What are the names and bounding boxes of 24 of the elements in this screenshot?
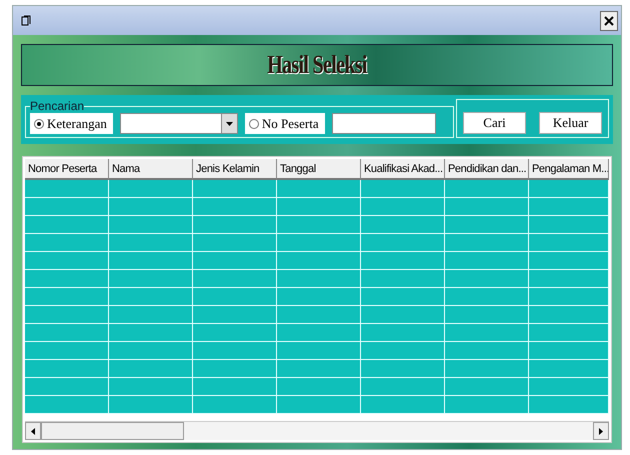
left-arrow-icon[interactable] (31, 428, 35, 434)
radio-icon[interactable] (248, 118, 259, 128)
column-header[interactable]: Tanggal (277, 159, 361, 180)
column-header[interactable]: Pengalaman M... (529, 159, 609, 180)
caret-icon (226, 122, 233, 126)
horizontal-scrollbar[interactable] (25, 421, 609, 440)
column-header[interactable]: Nama (109, 159, 193, 180)
close-icon[interactable] (604, 16, 614, 26)
dropdown-field[interactable] (120, 113, 238, 134)
window-icon (21, 15, 31, 26)
column-header[interactable]: Pendidikan dan... (445, 159, 529, 180)
close-button[interactable] (600, 10, 618, 30)
form-title: Hasil Seleksi (267, 50, 367, 80)
action-button[interactable]: Cari (463, 112, 526, 134)
column-header[interactable]: Jenis Kelamin (193, 159, 277, 180)
radio-option[interactable]: No Peserta (244, 113, 325, 134)
action-button[interactable]: Keluar (539, 112, 602, 134)
group-legend: Pencarian (30, 99, 84, 113)
radio-option[interactable]: Keterangan (30, 113, 113, 134)
radio-icon[interactable] (34, 118, 44, 128)
column-header[interactable]: Nomor Peserta (25, 159, 109, 180)
right-arrow-icon[interactable] (599, 428, 603, 434)
column-header[interactable]: Kualifikasi Akad... (361, 159, 445, 180)
input-field[interactable] (332, 113, 436, 134)
